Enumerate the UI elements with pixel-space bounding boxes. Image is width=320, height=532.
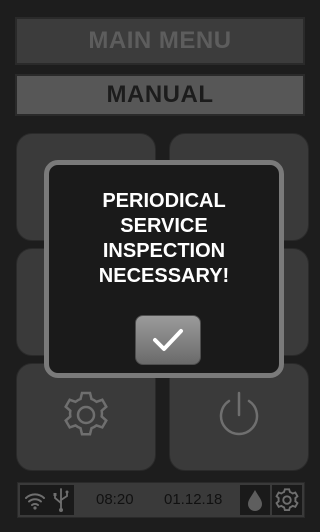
dialog-line: PERIODICAL [102, 190, 226, 212]
service-dialog: PERIODICAL SERVICE INSPECTION NECESSARY! [44, 160, 284, 378]
status-bar: 08:20 01.12.18 [17, 482, 305, 518]
gear-icon [275, 488, 299, 512]
dialog-line: NECESSARY! [98, 265, 230, 287]
wifi-icon [25, 493, 45, 510]
confirm-button[interactable] [135, 315, 201, 365]
check-icon [153, 329, 183, 351]
power-icon [219, 391, 259, 436]
usb-icon [53, 488, 69, 512]
mode-indicator: MANUAL [15, 74, 305, 116]
dialog-line: SERVICE [120, 215, 208, 237]
status-date: 01.12.18 [164, 491, 223, 508]
water-status [240, 485, 270, 515]
service-status [272, 485, 302, 515]
main-menu-button[interactable]: MAIN MENU [15, 17, 305, 65]
settings-tile[interactable] [16, 363, 156, 471]
power-tile[interactable] [169, 363, 309, 471]
mode-label: MANUAL [106, 81, 214, 108]
status-left-icons [20, 485, 74, 515]
main-menu-label: MAIN MENU [88, 27, 232, 54]
device-screen: MAIN MENU MANUAL PERIODICAL SERVICE INSP… [0, 0, 318, 532]
water-drop-icon [248, 490, 262, 511]
status-time: 08:20 [96, 491, 134, 508]
gear-icon [64, 391, 108, 436]
dialog-line: INSPECTION [102, 240, 226, 262]
dialog-message: PERIODICAL SERVICE INSPECTION NECESSARY! [49, 189, 279, 289]
